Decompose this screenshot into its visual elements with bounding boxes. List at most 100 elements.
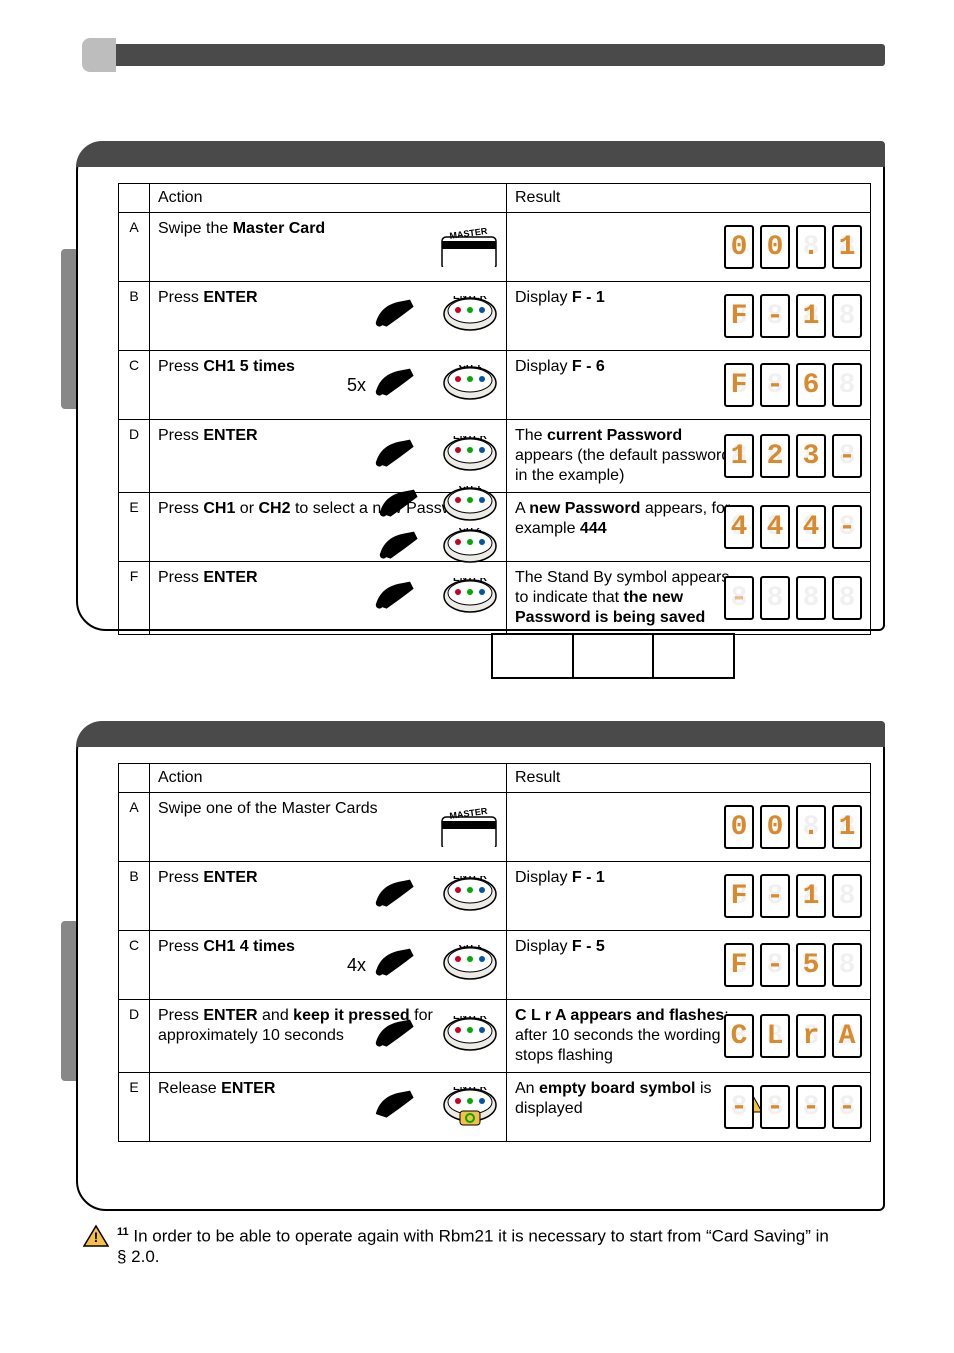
lcd-digit: . <box>796 225 826 269</box>
table-row: B Press ENTER ENTER Display F - 1 F-1 <box>119 862 871 931</box>
lcd-digit: - <box>760 294 790 338</box>
lcd-digit: F <box>724 874 754 918</box>
hand-press-icon <box>374 945 434 985</box>
lcd-display: 123- <box>724 434 862 478</box>
hand-press-icon <box>374 876 434 916</box>
enter-key-icon: ENTER <box>440 876 500 916</box>
action-cell: Press ENTER ENTER <box>150 862 507 931</box>
hand-press-icon <box>374 296 434 336</box>
col-action: Action <box>150 184 507 213</box>
table-row: CPress CH1 4 times4xCH 1Display F - 5F-5 <box>119 931 871 1000</box>
action-cell: Press CH1 5 times5xCH 1 <box>150 351 507 420</box>
result-text: Display F - 6 <box>515 357 605 377</box>
row-index: C <box>119 351 150 420</box>
col-result-2: Result <box>507 764 871 793</box>
action-text: Press ENTER <box>158 289 258 306</box>
result-cell: A new Password appears, for example 4444… <box>507 493 871 562</box>
lcd-digit <box>832 363 862 407</box>
action-text: Press ENTER <box>158 869 258 886</box>
result-cell: Display F - 5F-5 <box>507 931 871 1000</box>
lcd-digit: - <box>760 943 790 987</box>
lcd-digit: 2 <box>760 434 790 478</box>
lcd-digit: 5 <box>796 943 826 987</box>
lcd-digit: 0 <box>760 805 790 849</box>
lcd-digit: - <box>832 1085 862 1129</box>
result-text: The current Password appears (the defaul… <box>515 426 735 486</box>
table-row: CPress CH1 5 times5xCH 1Display F - 6F-6 <box>119 351 871 420</box>
action-icons: ENTER <box>374 578 500 618</box>
lcd-display: 444- <box>724 505 862 549</box>
table-row: EPress CH1 or CH2 to select a new Passwo… <box>119 493 871 562</box>
svg-text:!: ! <box>94 1229 99 1245</box>
lcd-display: CLrA <box>724 1014 862 1058</box>
lcd-digit: 1 <box>724 434 754 478</box>
table-row: BPress ENTERENTERDisplay F - 1F-1 <box>119 282 871 351</box>
lcd-digit <box>832 576 862 620</box>
lcd-digit <box>832 874 862 918</box>
row-index: C <box>119 931 150 1000</box>
action-icons: ENTER <box>374 436 500 476</box>
ch1-key-icon: CH 1 <box>440 945 500 985</box>
card-full-deletion: Action Result A Swipe one of the Master C… <box>76 721 885 1211</box>
svg-text:CH 1: CH 1 <box>459 486 482 492</box>
result-cell: C L r A appears and flashes; after 10 se… <box>507 1000 871 1073</box>
action-text: Press ENTER <box>158 569 258 586</box>
enter-key-icon: ENTER <box>440 578 500 618</box>
row-index: A <box>119 793 150 862</box>
lcd-display: F-5 <box>724 943 862 987</box>
row-index: B <box>119 862 150 931</box>
svg-text:ENTER: ENTER <box>453 1016 488 1022</box>
master-card-icon <box>440 227 500 267</box>
lcd-digit: - <box>760 363 790 407</box>
lcd-digit: - <box>724 576 754 620</box>
lcd-digit: 6 <box>796 363 826 407</box>
lcd-digit: 1 <box>832 225 862 269</box>
result-cell: An empty board symbol is displayed!11---… <box>507 1073 871 1142</box>
lcd-digit: 0 <box>724 805 754 849</box>
manual-page: Action Result ASwipe the Master Card00.1… <box>0 0 954 1353</box>
row-index: E <box>119 493 150 562</box>
svg-text:ENTER: ENTER <box>453 876 488 882</box>
footnote-text: In order to be able to operate again wit… <box>117 1227 829 1266</box>
lcd-display: 00.1 <box>724 805 862 849</box>
lcd-display: ---- <box>724 1085 862 1129</box>
result-text: Display F - 1 <box>515 868 605 888</box>
action-text: Press CH1 5 times <box>158 358 295 375</box>
action-cell: Press ENTER ENTER <box>150 562 507 635</box>
hand-press-icon <box>374 436 434 476</box>
enter-key-icon: ENTER <box>440 296 500 336</box>
lcd-digit: 3 <box>796 434 826 478</box>
page-fold-box <box>491 633 735 679</box>
lcd-digit: C <box>724 1014 754 1058</box>
action-cell: Swipe the Master Card <box>150 213 507 282</box>
row-index: E <box>119 1073 150 1142</box>
table-row: A Swipe one of the Master Cards 00.1 <box>119 793 871 862</box>
action-cell: Press ENTER ENTER <box>150 282 507 351</box>
action-text: Swipe one of the Master Cards <box>158 800 378 817</box>
lcd-digit: - <box>760 874 790 918</box>
col-action-2: Action <box>150 764 507 793</box>
action-icons: ENTER <box>374 1087 500 1127</box>
action-cell: Release ENTERENTER <box>150 1073 507 1142</box>
footnote: ! 11 In order to be able to operate agai… <box>117 1226 865 1267</box>
svg-text:ENTER: ENTER <box>453 436 488 442</box>
lcd-digit: 1 <box>832 805 862 849</box>
result-cell: Display F - 1 F-1 <box>507 862 871 931</box>
row-index: A <box>119 213 150 282</box>
action-text: Press ENTER <box>158 427 258 444</box>
lcd-digit: r <box>796 1014 826 1058</box>
card-header-stripe <box>76 141 885 167</box>
action-cell: Press ENTER ENTER <box>150 420 507 493</box>
lcd-digit: 4 <box>796 505 826 549</box>
lcd-display: - <box>724 576 862 620</box>
svg-text:ENTER: ENTER <box>453 296 488 302</box>
lcd-digit <box>832 943 862 987</box>
edge-tab-1 <box>61 249 77 409</box>
lcd-display: F-1 <box>724 874 862 918</box>
result-cell: Display F - 6F-6 <box>507 351 871 420</box>
svg-text:CH 2: CH 2 <box>459 528 482 534</box>
result-text: An empty board symbol is displayed <box>515 1079 735 1119</box>
action-icons <box>440 227 500 267</box>
footnote-number: 11 <box>117 1226 129 1238</box>
lcd-digit: 0 <box>724 225 754 269</box>
